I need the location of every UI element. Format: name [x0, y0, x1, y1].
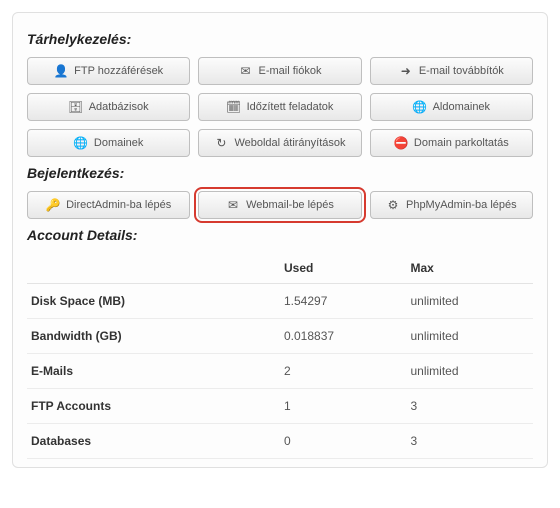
account-table: Used Max Disk Space (MB) 1.54297 unlimit…: [27, 253, 533, 459]
globe-icon: 🌐: [413, 100, 427, 114]
col-used: Used: [280, 253, 407, 284]
db-icon: 🗄: [69, 100, 83, 114]
directadmin-label: DirectAdmin-ba lépés: [66, 199, 171, 211]
row-label: Disk Space (MB): [27, 284, 280, 319]
phpmyadmin-login-button[interactable]: ⚙ PhpMyAdmin-ba lépés: [370, 191, 533, 219]
row-max: unlimited: [407, 354, 534, 389]
globe-icon: 🌐: [74, 136, 88, 150]
pma-icon: ⚙: [386, 198, 400, 212]
row-max: unlimited: [407, 284, 534, 319]
webmail-label: Webmail-be lépés: [246, 199, 334, 211]
ftp-label: FTP hozzáférések: [74, 65, 163, 77]
row-used: 1: [280, 389, 407, 424]
table-row: Bandwidth (GB) 0.018837 unlimited: [27, 319, 533, 354]
col-max: Max: [407, 253, 534, 284]
key-icon: 🔑: [46, 198, 60, 212]
storage-row-0: 👤 FTP hozzáférések ✉ E-mail fiókok ➜ E-m…: [27, 57, 533, 85]
row-max: 3: [407, 389, 534, 424]
row-label: Bandwidth (GB): [27, 319, 280, 354]
ftp-button[interactable]: 👤 FTP hozzáférések: [27, 57, 190, 85]
directadmin-login-button[interactable]: 🔑 DirectAdmin-ba lépés: [27, 191, 190, 219]
storage-row-2: 🌐 Domainek ↻ Weboldal átirányítások ⛔ Do…: [27, 129, 533, 157]
row-label: E-Mails: [27, 354, 280, 389]
phpmyadmin-label: PhpMyAdmin-ba lépés: [406, 199, 517, 211]
email-forwarders-label: E-mail továbbítók: [419, 65, 504, 77]
mail-icon: ✉: [239, 64, 253, 78]
storage-title: Tárhelykezelés:: [27, 31, 533, 47]
forward-icon: ➜: [399, 64, 413, 78]
account-title: Account Details:: [27, 227, 533, 243]
row-max: 3: [407, 424, 534, 459]
row-max: unlimited: [407, 319, 534, 354]
clock-icon: 🗓: [227, 100, 241, 114]
email-forwarders-button[interactable]: ➜ E-mail továbbítók: [370, 57, 533, 85]
databases-button[interactable]: 🗄 Adatbázisok: [27, 93, 190, 121]
parking-button[interactable]: ⛔ Domain parkoltatás: [370, 129, 533, 157]
row-label: Databases: [27, 424, 280, 459]
table-row: Databases 0 3: [27, 424, 533, 459]
main-panel: Tárhelykezelés: 👤 FTP hozzáférések ✉ E-m…: [12, 12, 548, 468]
cron-button[interactable]: 🗓 Időzített feladatok: [198, 93, 361, 121]
subdomains-label: Aldomainek: [433, 101, 490, 113]
table-row: E-Mails 2 unlimited: [27, 354, 533, 389]
email-accounts-label: E-mail fiókok: [259, 65, 322, 77]
row-used: 0.018837: [280, 319, 407, 354]
webmail-login-button[interactable]: ✉ Webmail-be lépés: [198, 191, 361, 219]
cron-label: Időzített feladatok: [247, 101, 334, 113]
domains-button[interactable]: 🌐 Domainek: [27, 129, 190, 157]
redirects-button[interactable]: ↻ Weboldal átirányítások: [198, 129, 361, 157]
parking-label: Domain parkoltatás: [414, 137, 509, 149]
row-used: 0: [280, 424, 407, 459]
col-empty: [27, 253, 280, 284]
table-row: Disk Space (MB) 1.54297 unlimited: [27, 284, 533, 319]
user-icon: 👤: [54, 64, 68, 78]
table-row: FTP Accounts 1 3: [27, 389, 533, 424]
row-used: 1.54297: [280, 284, 407, 319]
storage-row-1: 🗄 Adatbázisok 🗓 Időzített feladatok 🌐 Al…: [27, 93, 533, 121]
databases-label: Adatbázisok: [89, 101, 149, 113]
login-row: 🔑 DirectAdmin-ba lépés ✉ Webmail-be lépé…: [27, 191, 533, 219]
login-title: Bejelentkezés:: [27, 165, 533, 181]
row-label: FTP Accounts: [27, 389, 280, 424]
park-icon: ⛔: [394, 136, 408, 150]
domains-label: Domainek: [94, 137, 144, 149]
mail-icon: ✉: [226, 198, 240, 212]
redirects-label: Weboldal átirányítások: [234, 137, 345, 149]
email-accounts-button[interactable]: ✉ E-mail fiókok: [198, 57, 361, 85]
reload-icon: ↻: [214, 136, 228, 150]
row-used: 2: [280, 354, 407, 389]
subdomains-button[interactable]: 🌐 Aldomainek: [370, 93, 533, 121]
